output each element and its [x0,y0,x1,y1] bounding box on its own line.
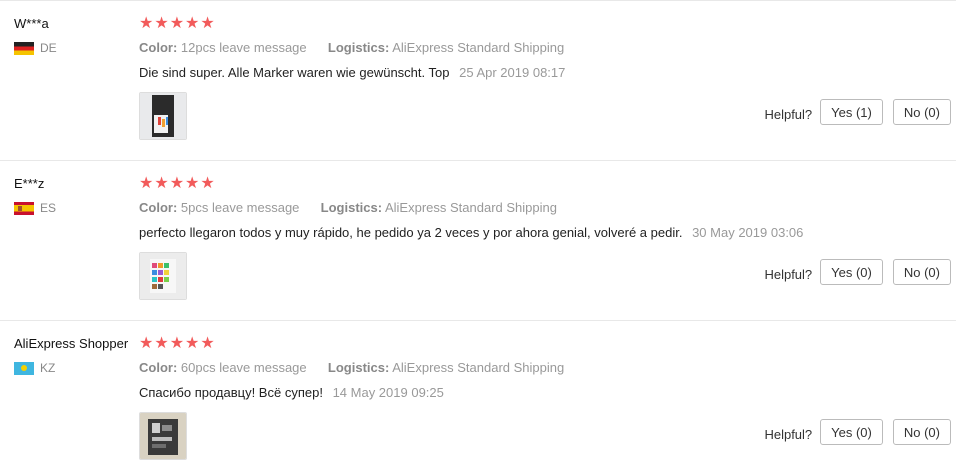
review-text: perfecto llegaron todos y muy rápido, he… [139,225,683,240]
review-date: 25 Apr 2019 08:17 [459,65,566,80]
color-label: Color: [139,360,178,375]
buyer-country: KZ [14,361,55,375]
review-photo-thumbnail[interactable] [139,92,187,140]
helpful-voting: Helpful? Yes (0) No (0) [764,259,956,285]
review-content: Die sind super. Alle Marker waren wie ge… [139,65,565,80]
helpful-label: Helpful? [764,426,813,442]
country-code: KZ [40,361,56,375]
buyer-country: ES [14,201,56,215]
logistics-value: AliExpress Standard Shipping [392,360,565,375]
helpful-label: Helpful? [764,266,813,282]
review-photo-thumbnail[interactable] [139,252,187,300]
review-item: E***z ES ★★★★★ Color: 5pcs leave message… [0,160,956,320]
helpful-label: Helpful? [764,106,813,122]
review-date: 14 May 2019 09:25 [332,385,444,400]
review-photo-thumbnail[interactable] [139,412,187,460]
review-text: Спасибо продавцу! Всё супер! [139,385,323,400]
color-label: Color: [139,200,178,215]
logistics-label: Logistics: [327,360,390,375]
helpful-voting: Helpful? Yes (1) No (0) [764,99,956,125]
review-list: W***a DE ★★★★★ Color: 12pcs leave messag… [0,0,956,469]
review-item: AliExpress Shopper KZ ★★★★★ Color: 60pcs… [0,320,956,469]
buyer-country: DE [14,41,57,55]
order-attributes: Color: 5pcs leave message Logistics: Ali… [139,200,557,215]
country-code: DE [40,41,57,55]
color-value: 5pcs leave message [180,200,300,215]
helpful-no-button[interactable]: No (0) [892,99,951,125]
logistics-value: AliExpress Standard Shipping [384,200,557,215]
review-item: W***a DE ★★★★★ Color: 12pcs leave messag… [0,0,956,160]
review-content: perfecto llegaron todos y muy rápido, he… [139,225,803,240]
color-value: 12pcs leave message [180,40,307,55]
logistics-label: Logistics: [320,200,383,215]
germany-flag-icon [14,41,34,55]
order-attributes: Color: 60pcs leave message Logistics: Al… [139,360,564,375]
star-rating: ★★★★★ [139,175,216,192]
spain-flag-icon [14,201,34,215]
logistics-value: AliExpress Standard Shipping [392,40,565,55]
helpful-yes-button[interactable]: Yes (0) [820,259,883,285]
buyer-name: E***z [14,176,45,191]
helpful-voting: Helpful? Yes (0) No (0) [764,419,956,445]
star-rating: ★★★★★ [139,335,216,352]
helpful-yes-button[interactable]: Yes (0) [820,419,883,445]
buyer-name: AliExpress Shopper [14,336,129,351]
color-value: 60pcs leave message [180,360,307,375]
order-attributes: Color: 12pcs leave message Logistics: Al… [139,40,564,55]
helpful-yes-button[interactable]: Yes (1) [820,99,883,125]
logistics-label: Logistics: [327,40,390,55]
review-text: Die sind super. Alle Marker waren wie ge… [139,65,450,80]
color-label: Color: [139,40,178,55]
star-rating: ★★★★★ [139,15,216,32]
review-content: Спасибо продавцу! Всё супер! 14 May 2019… [139,385,444,400]
review-date: 30 May 2019 03:06 [692,225,804,240]
kazakhstan-flag-icon [14,361,34,375]
helpful-no-button[interactable]: No (0) [892,259,951,285]
buyer-name: W***a [14,16,49,31]
helpful-no-button[interactable]: No (0) [892,419,951,445]
country-code: ES [40,201,57,215]
